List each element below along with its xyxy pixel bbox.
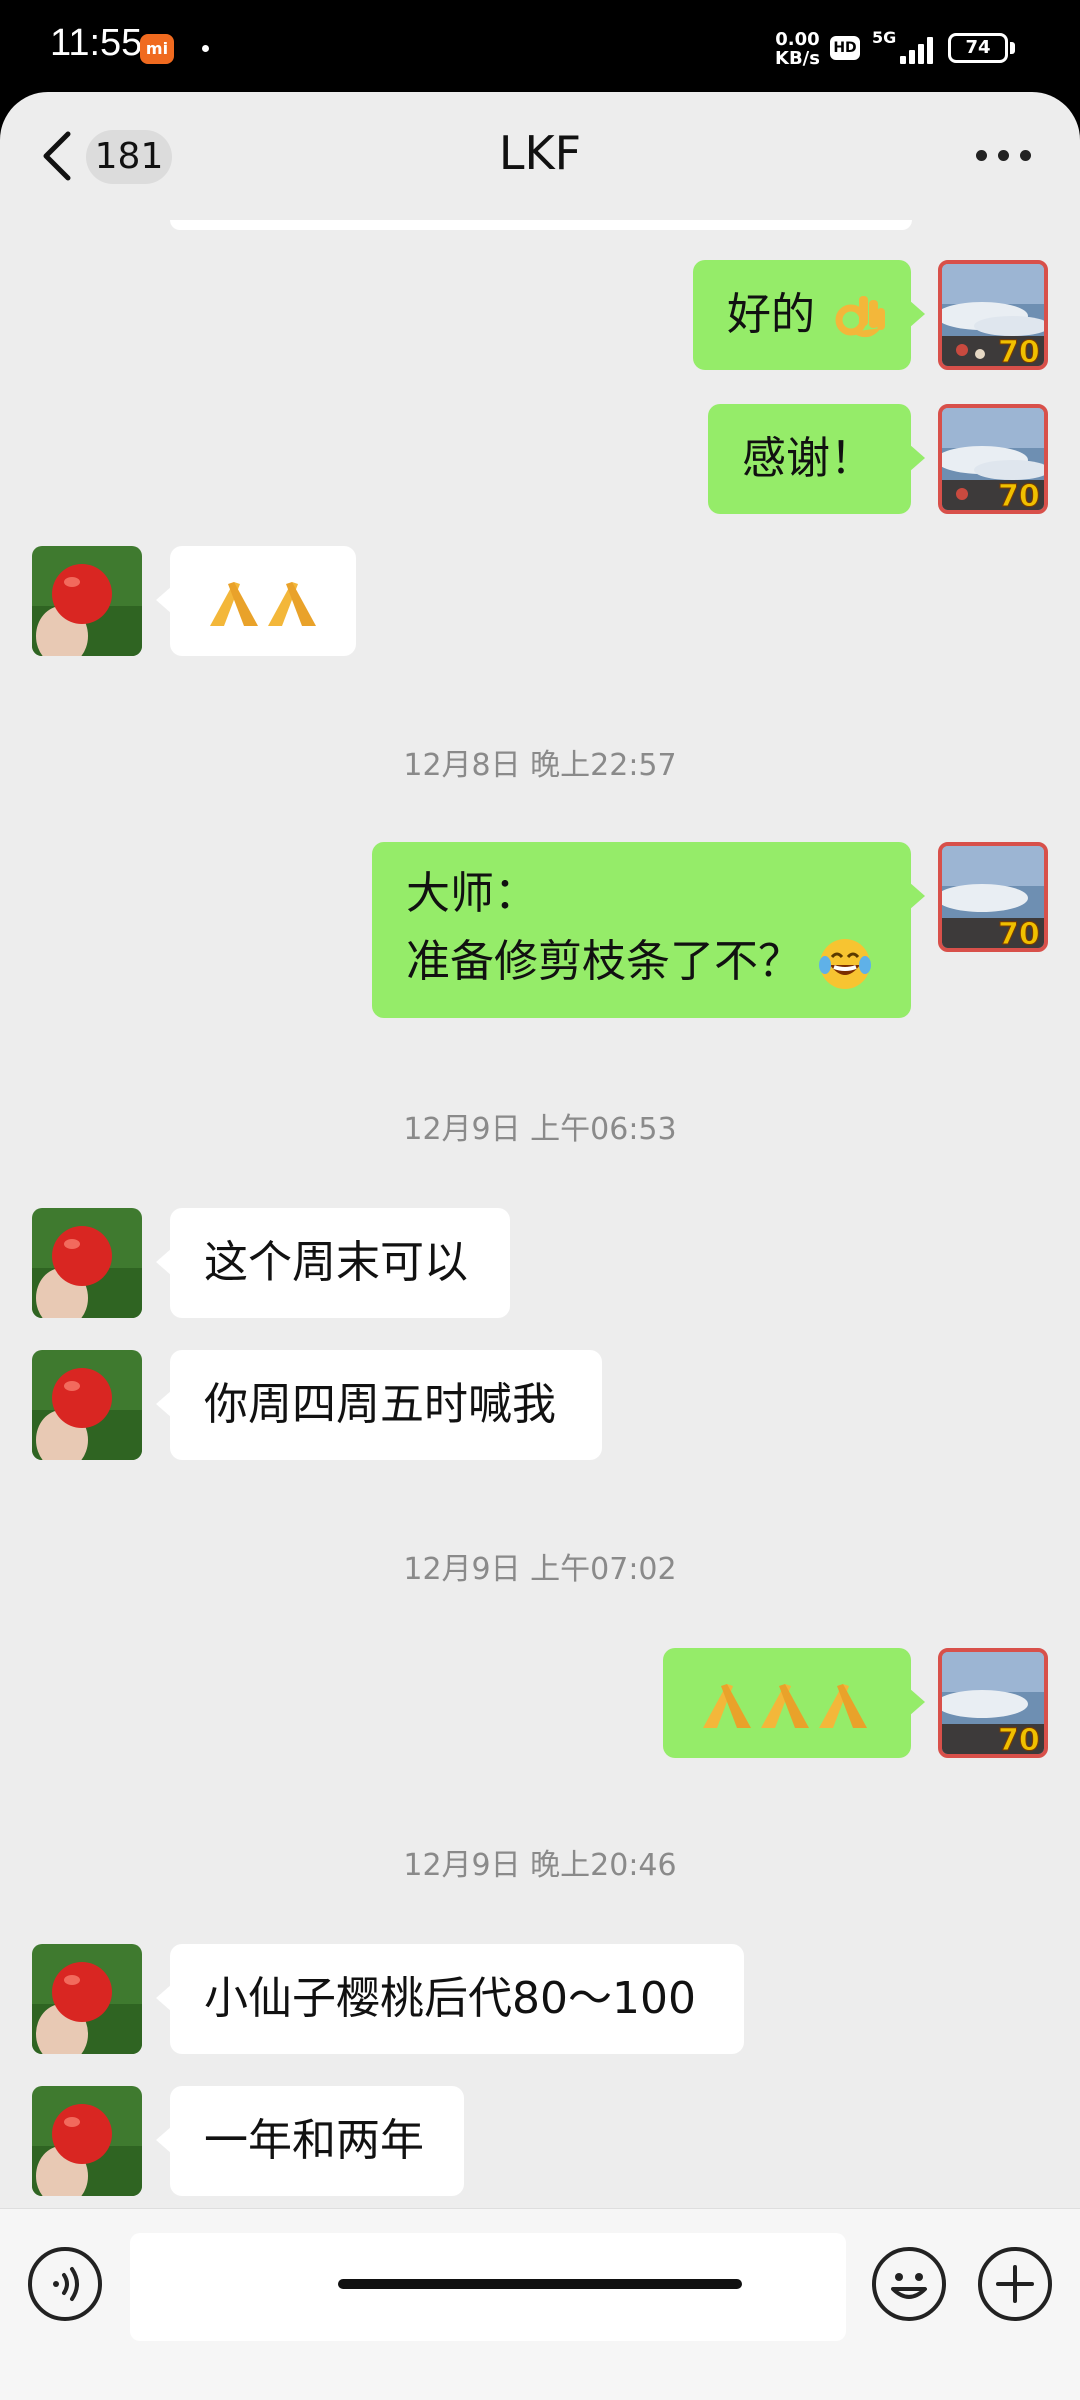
my-avatar[interactable]: 70 bbox=[938, 1648, 1048, 1758]
chat-header: LKF 181 bbox=[0, 92, 1080, 220]
svg-text:70: 70 bbox=[998, 335, 1040, 366]
message-text-line-2: 准备修剪枝条了不？ bbox=[406, 936, 802, 987]
more-functions-plus-icon[interactable] bbox=[978, 2247, 1052, 2321]
contact-avatar[interactable] bbox=[32, 1350, 142, 1460]
more-icon[interactable] bbox=[976, 150, 1032, 162]
home-indicator[interactable] bbox=[338, 2279, 742, 2289]
svg-text:70: 70 bbox=[998, 479, 1040, 510]
mi-app-icon: mi bbox=[140, 34, 174, 64]
incoming-message[interactable]: 小仙子樱桃后代80～100 bbox=[156, 1944, 744, 2054]
my-avatar[interactable]: 70 bbox=[938, 404, 1048, 514]
incoming-message[interactable] bbox=[156, 546, 356, 656]
battery-level: 74 bbox=[965, 37, 991, 58]
ok-hand-emoji-icon bbox=[835, 296, 885, 338]
voice-input-icon[interactable] bbox=[28, 2247, 102, 2321]
signal-icon bbox=[900, 34, 940, 64]
network-speed-unit: KB/s bbox=[775, 48, 820, 69]
message-text-line-1: 大师： bbox=[406, 868, 538, 919]
emoji-icon[interactable] bbox=[872, 2247, 946, 2321]
contact-avatar[interactable] bbox=[32, 1944, 142, 2054]
outgoing-message[interactable]: 大师： 准备修剪枝条了不？ bbox=[372, 842, 925, 1018]
incoming-message[interactable]: 你周四周五时喊我 bbox=[156, 1350, 602, 1460]
network-speed-value: 0.00 bbox=[775, 29, 820, 50]
contact-avatar[interactable] bbox=[32, 1208, 142, 1318]
outgoing-message[interactable]: 感谢！ bbox=[708, 404, 925, 514]
network-speed: 0.00 KB/s bbox=[775, 30, 820, 68]
network-type: 5G bbox=[872, 28, 897, 47]
pray-emoji-icon bbox=[703, 1684, 867, 1728]
status-bar: 11:55 mi 0.00 KB/s HD 5G 74 bbox=[0, 0, 1080, 92]
message-text: 这个周末可以 bbox=[204, 1237, 468, 1288]
hd-voice-icon: HD bbox=[830, 36, 860, 60]
battery-icon: 74 bbox=[948, 33, 1008, 63]
my-avatar[interactable]: 70 bbox=[938, 260, 1048, 370]
pray-emoji-icon bbox=[210, 582, 316, 626]
outgoing-message[interactable]: 好的 bbox=[693, 260, 925, 370]
incoming-message[interactable]: 一年和两年 bbox=[156, 2086, 464, 2196]
svg-text:70: 70 bbox=[998, 1723, 1040, 1754]
contact-avatar[interactable] bbox=[32, 546, 142, 656]
message-list[interactable]: 好的 70 感谢！ 70 12月8日 晚上22:57 大师： 准备修剪枝条了不？… bbox=[0, 220, 1080, 2208]
partial-message-bubble bbox=[170, 220, 912, 230]
message-text: 你周四周五时喊我 bbox=[204, 1379, 556, 1430]
battery-tip bbox=[1010, 42, 1015, 54]
timestamp: 12月9日 晚上20:46 bbox=[403, 1848, 677, 1883]
message-text: 一年和两年 bbox=[204, 2115, 424, 2166]
svg-text:70: 70 bbox=[998, 917, 1040, 948]
message-text: 感谢！ bbox=[742, 433, 874, 484]
chat-screen: LKF 181 好的 70 感谢！ 70 12月8日 晚上22:57 大师： 准… bbox=[0, 92, 1080, 2400]
timestamp: 12月9日 上午07:02 bbox=[403, 1552, 677, 1587]
status-time: 11:55 bbox=[50, 22, 143, 64]
outgoing-message[interactable] bbox=[663, 1648, 925, 1758]
contact-avatar[interactable] bbox=[32, 2086, 142, 2196]
my-avatar[interactable]: 70 bbox=[938, 842, 1048, 952]
timestamp: 12月9日 上午06:53 bbox=[403, 1112, 677, 1147]
timestamp: 12月8日 晚上22:57 bbox=[403, 748, 677, 783]
input-bar bbox=[0, 2208, 1080, 2400]
back-icon[interactable] bbox=[38, 128, 78, 184]
message-text: 小仙子樱桃后代80～100 bbox=[204, 1973, 696, 2024]
message-text: 好的 bbox=[727, 289, 815, 340]
tears-of-joy-emoji-icon bbox=[819, 939, 871, 989]
notification-dot-icon bbox=[202, 45, 209, 52]
unread-count-badge[interactable]: 181 bbox=[86, 130, 172, 184]
incoming-message[interactable]: 这个周末可以 bbox=[156, 1208, 510, 1318]
